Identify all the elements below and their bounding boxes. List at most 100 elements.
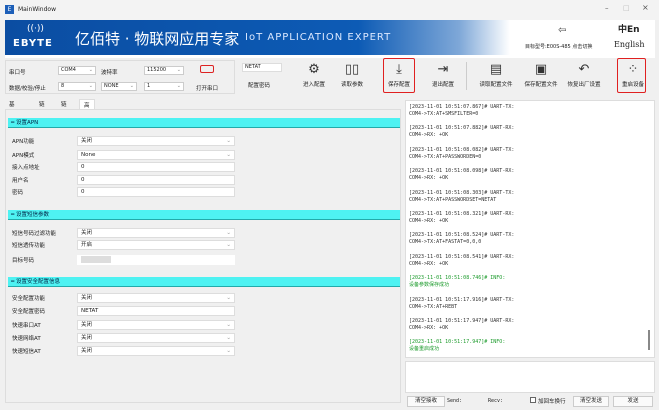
wifi-logo-icon: ((·)) bbox=[27, 24, 44, 34]
toolbar-icon: ↶ bbox=[578, 62, 590, 77]
highlight-restart-device bbox=[617, 58, 646, 93]
minimize-button[interactable]: – bbox=[605, 4, 609, 12]
chevron-down-icon: ⌄ bbox=[226, 242, 231, 248]
log-entry: [2023-11-01 10:51:08.746]# INFO: 设备参数保存成功 bbox=[409, 275, 506, 289]
app-icon: E bbox=[5, 5, 14, 14]
switch-model-icon[interactable]: ⇦ bbox=[558, 25, 566, 36]
stop-bits-select[interactable]: 1 ⌄ bbox=[144, 82, 184, 91]
toolbar-icon: ▤ bbox=[489, 62, 503, 77]
setting-select[interactable]: 关闭 ⌄ bbox=[77, 346, 235, 356]
log-entry: [2023-11-01 10:51:17.916]# UART-TX: COM4-… bbox=[409, 296, 515, 310]
chevron-down-icon: ⌄ bbox=[226, 138, 231, 144]
window-title: MainWindow bbox=[18, 6, 56, 13]
log-entry: [2023-11-01 10:51:17.947]# UART-RX: COM4-… bbox=[409, 318, 515, 331]
toolbar-label: 读取配置文件 bbox=[479, 82, 513, 88]
log-entry: [2023-11-01 10:51:17.947]# INFO: 设备重启成功 bbox=[409, 339, 506, 353]
log-entry: [2023-11-01 10:51:08.098]# UART-RX: COM4-… bbox=[409, 168, 515, 182]
clear-receive-button[interactable]: 清空接收 bbox=[407, 396, 445, 407]
crlf-checkbox[interactable] bbox=[530, 397, 536, 403]
close-button[interactable]: × bbox=[642, 3, 649, 12]
chevron-down-icon: ⌄ bbox=[226, 152, 231, 158]
log-entry: [2023-11-01 10:51:08.082]# UART-TX: COM4-… bbox=[409, 146, 515, 160]
field-label: APN功能 bbox=[12, 139, 35, 145]
target-model-switch[interactable]: 目标型号:E00S-485 点击切换 bbox=[525, 43, 592, 50]
tab-0[interactable]: 基本信息 bbox=[5, 99, 19, 132]
crlf-label: 加回车换行 bbox=[538, 399, 566, 405]
toolbar-label: 读取参数 bbox=[340, 82, 363, 88]
slogan: 亿佰特 · 物联网应用专家 bbox=[75, 30, 240, 48]
toolbar-button-0[interactable]: ⚙ 进入配置 bbox=[294, 60, 334, 92]
setting-select[interactable]: 关闭 ⌄ bbox=[77, 320, 235, 330]
field-label: 短信透传功能 bbox=[12, 243, 46, 249]
toolbar-button-5[interactable]: ▣ 保存配置文件 bbox=[521, 60, 561, 92]
send-count-label: Send: bbox=[447, 398, 463, 404]
log-entry: [2023-11-01 10:51:07.867]# UART-TX: COM4-… bbox=[409, 104, 515, 117]
log-entry: [2023-11-01 10:51:07.882]# UART-RX: COM4-… bbox=[409, 125, 515, 139]
field-label: 短信号码过滤功能 bbox=[12, 231, 57, 237]
field-label: 快速串口AT bbox=[12, 323, 41, 329]
chevron-down-icon: ⌄ bbox=[129, 83, 134, 89]
setting-input[interactable]: 0 bbox=[77, 175, 235, 185]
blurred-phone-number bbox=[81, 256, 111, 263]
tab-1[interactable]: 链路1 bbox=[35, 99, 49, 122]
parity-select[interactable]: NONE ⌄ bbox=[101, 82, 137, 91]
chevron-down-icon: ⌄ bbox=[88, 67, 93, 73]
setting-input[interactable] bbox=[77, 255, 235, 265]
config-password-input[interactable]: NETAT bbox=[242, 63, 282, 72]
toolbar-button-4[interactable]: ▤ 读取配置文件 bbox=[476, 60, 516, 92]
field-label: 安全配置功能 bbox=[12, 296, 46, 302]
section-header-security[interactable]: ━ 设置安全配置信息 bbox=[8, 277, 400, 287]
toolbar-label: 保存配置文件 bbox=[524, 82, 558, 88]
setting-input[interactable]: 0 bbox=[77, 162, 235, 172]
setting-select[interactable]: 关闭 ⌄ bbox=[77, 228, 235, 238]
setting-input[interactable]: 0 bbox=[77, 187, 235, 197]
open-serial-button[interactable]: 打开串口 bbox=[196, 84, 218, 92]
tab-3[interactable]: 高级设置 bbox=[79, 99, 95, 133]
section-header-apn[interactable]: ━ 设置APN bbox=[8, 118, 400, 128]
dps-label: 数据/校验/停止 bbox=[9, 86, 46, 92]
field-label: 安全配置密码 bbox=[12, 309, 46, 315]
clear-send-button[interactable]: 清空发送 bbox=[573, 396, 609, 407]
serial-group: 串口号 COM4 ⌄ 波特率 115200 ⌄ 数据/校验/停止 8 ⌄ NONE ⌄ … bbox=[5, 60, 235, 94]
tab-2[interactable]: 链路2 bbox=[57, 99, 71, 122]
send-button[interactable]: 发送 bbox=[613, 396, 653, 407]
port-label: 串口号 bbox=[9, 70, 26, 76]
chevron-down-icon: ⌄ bbox=[88, 83, 93, 89]
send-input[interactable] bbox=[405, 361, 655, 393]
field-label: 接入点地址 bbox=[12, 165, 40, 171]
setting-select[interactable]: 关闭 ⌄ bbox=[77, 136, 235, 146]
tagline: IoT APPLICATION EXPERT bbox=[245, 32, 392, 43]
language-icon[interactable]: 中En bbox=[618, 22, 640, 35]
setting-select[interactable]: 开启 ⌄ bbox=[77, 240, 235, 250]
log-entry: [2023-11-01 10:51:08.303]# UART-TX: COM4-… bbox=[409, 189, 515, 203]
log-entry: [2023-11-01 10:51:08.541]# UART-RX: COM4-… bbox=[409, 253, 515, 267]
baud-select[interactable]: 115200 ⌄ bbox=[144, 66, 184, 75]
section-header-sms[interactable]: ━ 设置短信参数 bbox=[8, 210, 400, 220]
chevron-down-icon: ⌄ bbox=[226, 295, 231, 301]
maximize-button[interactable]: □ bbox=[623, 4, 630, 12]
toolbar-label: 进入配置 bbox=[302, 82, 325, 88]
toolbar-button-1[interactable]: ▯▯ 读取参数 bbox=[332, 60, 372, 92]
setting-input[interactable]: NETAT bbox=[77, 306, 235, 316]
data-bits-select[interactable]: 8 ⌄ bbox=[58, 82, 96, 91]
chevron-down-icon: ⌄ bbox=[226, 322, 231, 328]
chevron-down-icon: ⌄ bbox=[176, 67, 181, 73]
toolbar-icon: ⇥ bbox=[437, 62, 449, 77]
toolbar-button-3[interactable]: ⇥ 退出配置 bbox=[423, 60, 463, 92]
recv-count-label: Recv: bbox=[488, 398, 504, 404]
log-entry: [2023-11-01 10:51:08.321]# UART-RX: COM4-… bbox=[409, 211, 515, 224]
field-label: 目标号码 bbox=[12, 258, 35, 264]
setting-select[interactable]: 关闭 ⌄ bbox=[77, 293, 235, 303]
field-label: 快速网络AT bbox=[12, 336, 41, 342]
toolbar-button-6[interactable]: ↶ 恢复出厂设置 bbox=[564, 60, 604, 92]
config-password-label: 配置密码 bbox=[248, 83, 271, 89]
highlight-save-config bbox=[383, 58, 415, 93]
serial-port-icon[interactable] bbox=[200, 65, 214, 73]
setting-select[interactable]: None ⌄ bbox=[77, 150, 235, 160]
banner: ((·)) EBYTE 亿佰特 · 物联网应用专家 IoT APPLICATIO… bbox=[5, 20, 655, 58]
port-select[interactable]: COM4 ⌄ bbox=[58, 66, 96, 75]
chevron-down-icon: ⌄ bbox=[226, 230, 231, 236]
setting-select[interactable]: 关闭 ⌄ bbox=[77, 333, 235, 343]
chevron-down-icon: ⌄ bbox=[226, 335, 231, 341]
language-button[interactable]: English bbox=[614, 40, 645, 49]
